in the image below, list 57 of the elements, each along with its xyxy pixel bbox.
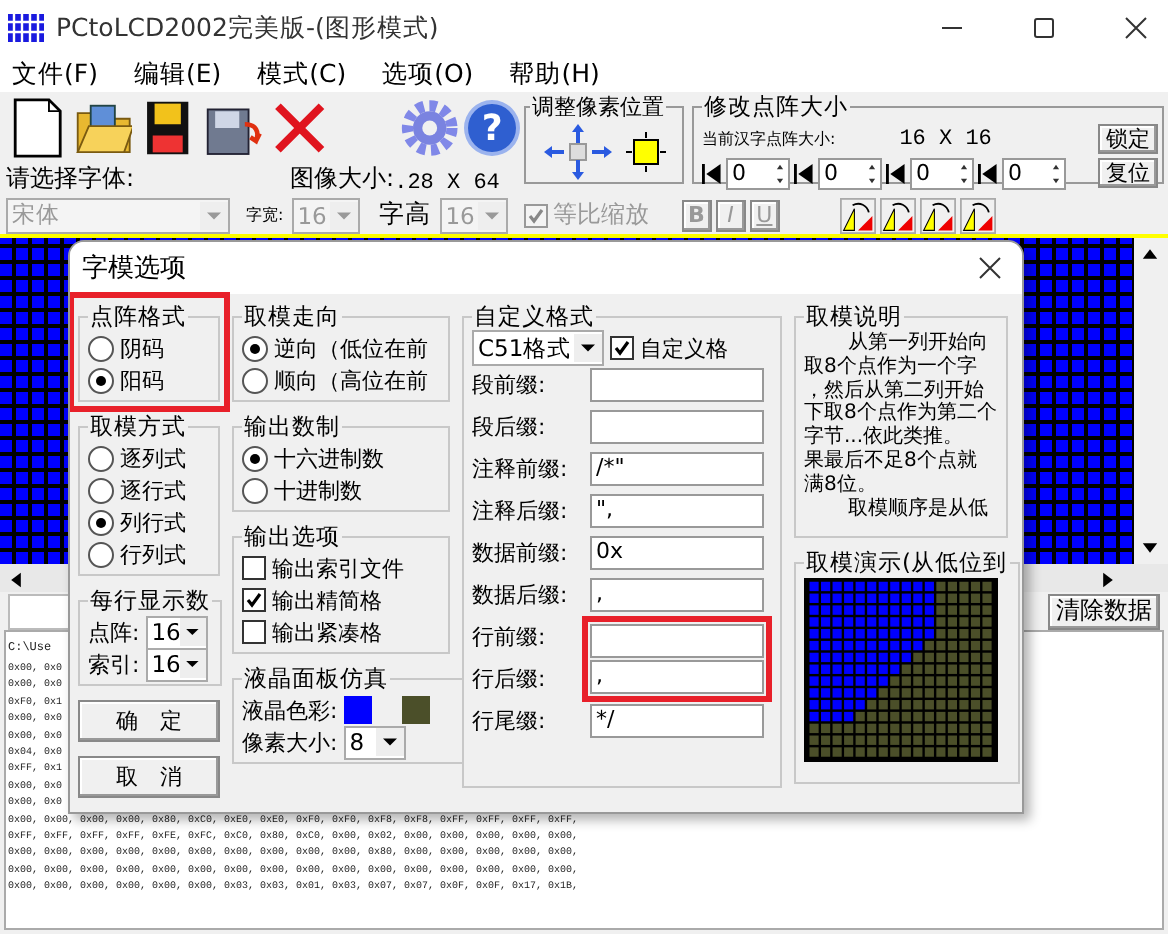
field-label: 行后缀: <box>472 664 548 694</box>
explanation-text: 果最后不足8个点就 <box>804 449 979 473</box>
checkbox-label: 等比缩放 <box>553 198 650 232</box>
image-size-label: 图像大小: <box>290 162 395 196</box>
group-title: 每行显示数 <box>88 586 212 616</box>
field-label: 点阵: <box>88 617 140 647</box>
radio-label: 行列式 <box>120 539 186 569</box>
explanation-text: 从第一列开始向 <box>846 332 990 355</box>
explanation-text: 取8个点作为一个字 <box>804 355 979 379</box>
window-title: PCtoLCD2002完美版-(图形模式) <box>56 11 439 45</box>
field-label: 索引: <box>88 649 140 679</box>
explanation-text: 满8位。 <box>804 473 879 497</box>
group-title: 修改点阵大小 <box>702 92 850 122</box>
radio-label: 逆向（低位在前 <box>274 333 428 363</box>
group-title: 自定义格式 <box>472 302 596 332</box>
group-title: 取模说明 <box>804 302 904 331</box>
field-label: 行尾缀: <box>472 706 548 736</box>
group-title: 取模演示(从低位到 <box>804 548 1009 578</box>
group-title: 取模方式 <box>88 412 188 442</box>
checkbox-label: 输出索引文件 <box>272 553 404 583</box>
matrix-size-value: 16 X 16 <box>899 127 992 151</box>
radio-label: 阴码 <box>120 333 164 363</box>
width-label: 字宽: <box>246 204 284 226</box>
radio-label: 十进制数 <box>274 475 362 505</box>
field-label: 液晶色彩: <box>242 695 338 725</box>
group-title: 输出选项 <box>242 522 342 552</box>
height-label: 字高 <box>379 198 432 232</box>
group-title: 调整像素位置 <box>530 92 666 122</box>
radio-label: 逐行式 <box>120 475 186 505</box>
dialog-title: 字模选项 <box>82 252 186 286</box>
radio-label: 顺向（高位在前 <box>274 365 428 395</box>
field-label: 注释后缀: <box>472 496 570 526</box>
radio-label: 逐列式 <box>120 443 186 473</box>
field-label: 段前缀: <box>472 370 548 400</box>
field-label: 数据前缀: <box>472 538 570 568</box>
radio-label: 阳码 <box>120 365 164 395</box>
field-label: 像素大小: <box>242 727 338 757</box>
field-label: 段后缀: <box>472 412 548 442</box>
explanation-text: 下取8个点作为第二个 <box>804 402 998 425</box>
font-label: 请选择字体: <box>6 162 135 196</box>
image-size-value: .28 X 64 <box>394 172 500 196</box>
group-title: 点阵格式 <box>88 302 188 332</box>
checkbox-label: 输出精简格 <box>272 585 382 615</box>
matrix-size-label: 当前汉字点阵大小: <box>702 128 836 150</box>
explanation-text: 字节...依此类推。 <box>804 426 966 449</box>
group-title: 取模走向 <box>242 302 342 332</box>
group-title: 液晶面板仿真 <box>242 664 390 694</box>
explanation-text: 取模顺序是从低 <box>846 497 990 521</box>
field-label: 行前缀: <box>472 622 548 652</box>
checkbox-label: 输出紧凑格 <box>272 617 382 647</box>
field-label: 数据后缀: <box>472 580 570 610</box>
checkbox-label: 自定义格 <box>640 333 728 363</box>
group-title: 输出数制 <box>242 412 342 442</box>
field-label: 注释前缀: <box>472 454 570 484</box>
radio-label: 列行式 <box>120 507 186 537</box>
radio-label: 十六进制数 <box>274 443 384 473</box>
explanation-text: ，然后从第二列开始 <box>804 379 986 402</box>
